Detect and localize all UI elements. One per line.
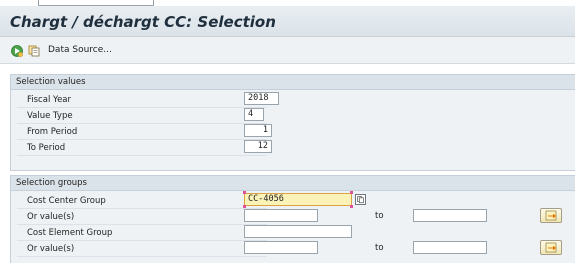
cost-center-to-input[interactable]: [413, 209, 487, 222]
selection-values-group: Selection values Fiscal Year 2018 Value …: [10, 74, 575, 171]
cost-center-group-input[interactable]: CC-4056: [244, 193, 352, 206]
from-period-row: From Period: [17, 124, 267, 140]
cost-element-from-input[interactable]: [244, 241, 318, 254]
to-period-input[interactable]: 12: [244, 140, 272, 153]
copy-icon[interactable]: [28, 45, 40, 57]
to-period-label: To Period: [27, 143, 66, 153]
focus-marker: [350, 191, 353, 194]
fiscal-year-label: Fiscal Year: [27, 95, 72, 105]
search-help-icon[interactable]: [355, 194, 366, 205]
to-label: to: [375, 211, 384, 221]
multiple-selection-button[interactable]: [540, 208, 562, 223]
selection-groups-header: Selection groups: [11, 176, 575, 191]
fiscal-year-input[interactable]: 2018: [244, 92, 279, 105]
focus-marker: [243, 205, 246, 208]
cost-element-group-label: Cost Element Group: [27, 228, 113, 238]
selection-groups-group: Selection groups Cost Center Group CC-40…: [10, 175, 575, 263]
from-period-label: From Period: [27, 127, 78, 137]
application-toolbar: Data Source...: [0, 37, 575, 64]
value-type-input[interactable]: 4: [244, 108, 264, 121]
data-source-button[interactable]: Data Source...: [48, 45, 112, 55]
cost-element-group-row: Cost Element Group: [17, 225, 267, 241]
page-title: Chargt / déchargt CC: Selection: [10, 13, 276, 31]
cost-center-or-values-row: Or value(s): [17, 209, 267, 225]
focus-marker: [243, 191, 246, 194]
cost-center-from-input[interactable]: [244, 209, 318, 222]
cost-element-or-values-row: Or value(s): [17, 241, 267, 257]
execute-icon[interactable]: [11, 45, 23, 57]
focus-marker: [350, 205, 353, 208]
value-type-label: Value Type: [27, 111, 73, 121]
to-period-row: To Period: [17, 140, 267, 156]
multiple-selection-button[interactable]: [540, 240, 562, 255]
cost-center-group-row: Cost Center Group: [17, 193, 267, 209]
multiple-selection-icon: [545, 210, 557, 221]
cost-element-group-input[interactable]: [244, 225, 352, 238]
cost-element-to-input[interactable]: [413, 241, 487, 254]
multiple-selection-icon: [545, 242, 557, 253]
fiscal-year-row: Fiscal Year: [17, 92, 267, 108]
selection-values-header: Selection values: [11, 75, 575, 90]
cost-center-group-label: Cost Center Group: [27, 196, 106, 206]
to-label: to: [375, 243, 384, 253]
or-values-label: Or value(s): [27, 212, 75, 222]
value-type-row: Value Type: [17, 108, 267, 124]
title-bar: Chargt / déchargt CC: Selection: [0, 6, 575, 37]
from-period-input[interactable]: 1: [244, 124, 272, 137]
or-values-label: Or value(s): [27, 244, 75, 254]
